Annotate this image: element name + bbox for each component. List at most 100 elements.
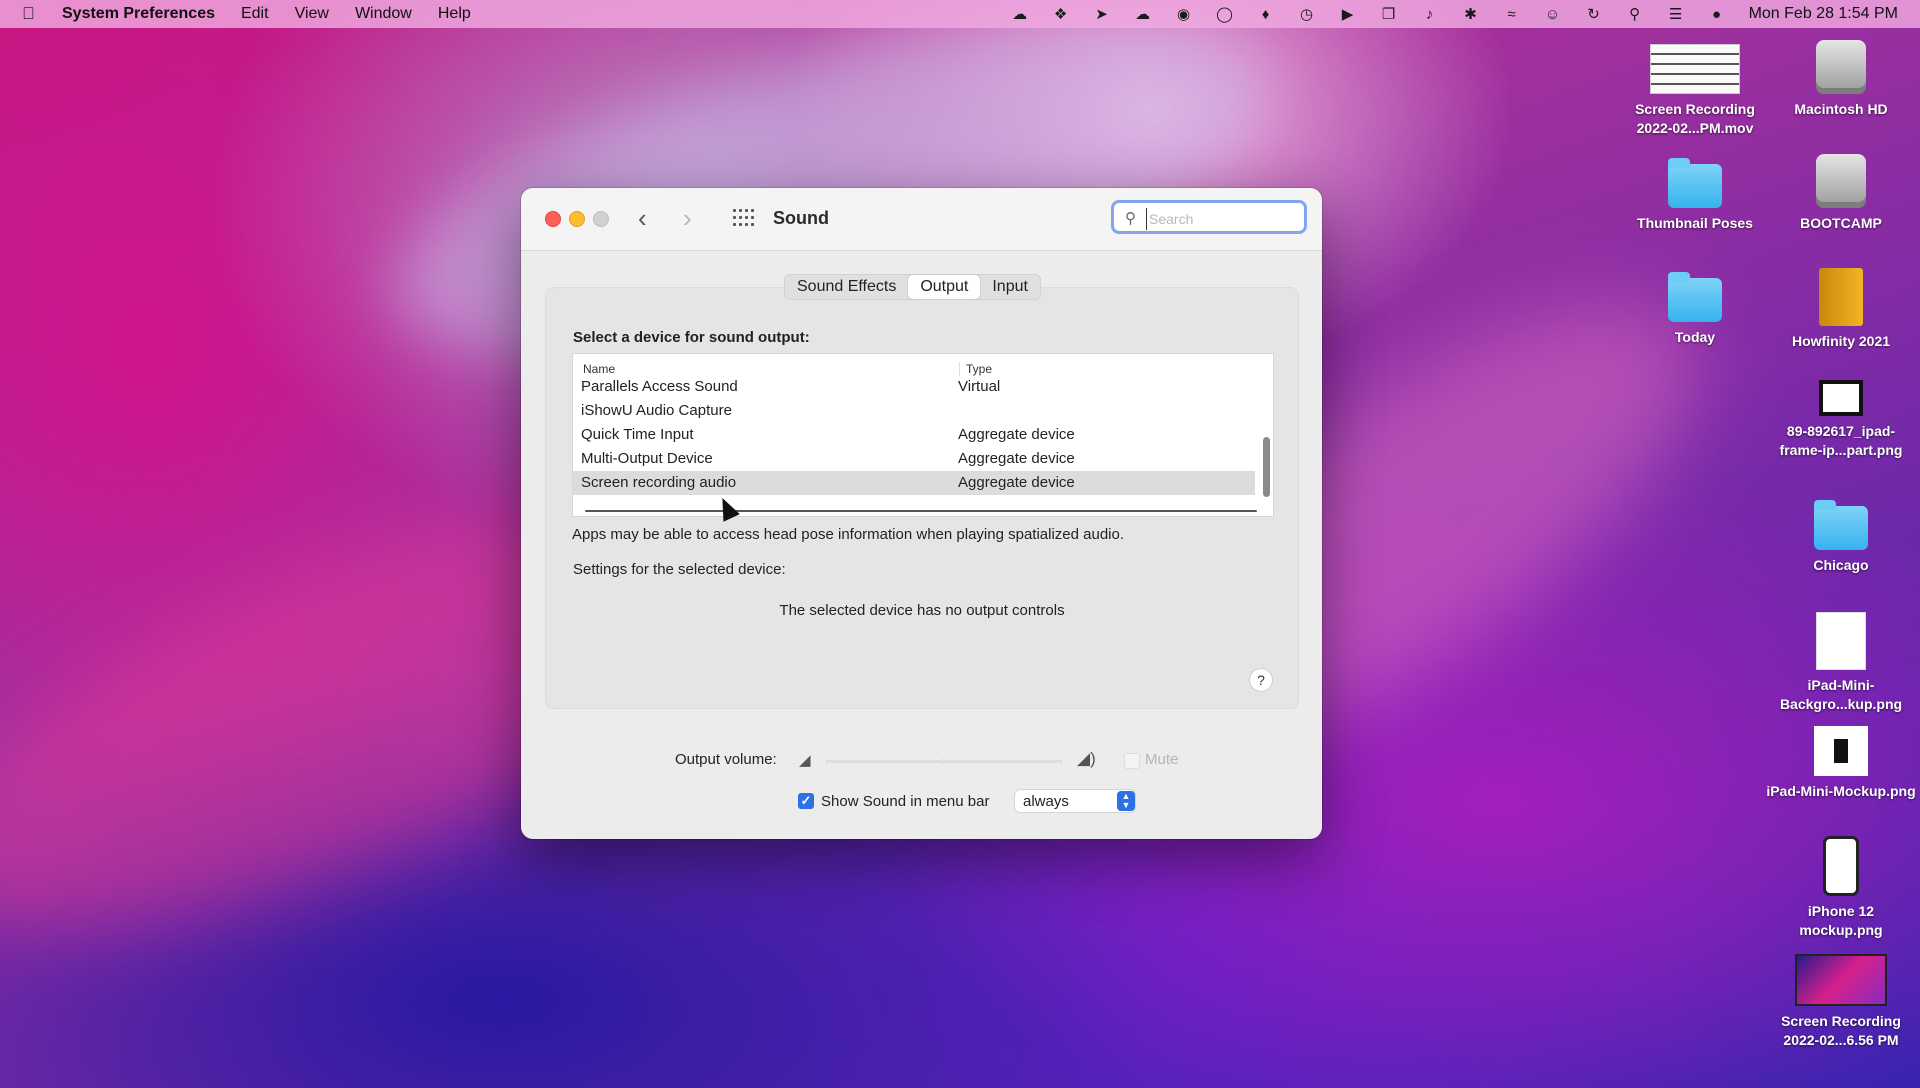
search-field[interactable]: ⚲ bbox=[1111, 200, 1307, 234]
desktop-icon-thumbnail-poses[interactable]: Thumbnail Poses bbox=[1620, 158, 1770, 233]
bluetooth-icon[interactable]: ✱ bbox=[1462, 6, 1480, 23]
window-title: Sound bbox=[773, 208, 829, 228]
table-row[interactable]: Multi-Output Device Aggregate device bbox=[573, 447, 1255, 471]
apple-menu-icon[interactable]:  bbox=[22, 4, 44, 24]
device-name: Quick Time Input bbox=[581, 426, 694, 443]
device-name: Screen recording audio bbox=[581, 474, 737, 491]
folder-icon bbox=[1814, 500, 1868, 550]
sound-preferences-window: ‹ › Sound ⚲ Select a device for sound ou… bbox=[521, 188, 1322, 839]
vertical-scrollbar[interactable] bbox=[1263, 437, 1270, 497]
desktop-icon-bootcamp[interactable]: BOOTCAMP bbox=[1766, 154, 1916, 233]
menu-view[interactable]: View bbox=[295, 5, 329, 23]
column-header-name[interactable]: Name bbox=[583, 362, 615, 376]
show-sound-dropdown[interactable]: always ▲ ▼ bbox=[1015, 790, 1135, 812]
desktop-icon-screen-recording-2[interactable]: Screen Recording 2022-02...6.56 PM bbox=[1766, 954, 1916, 1050]
menu-app-name[interactable]: System Preferences bbox=[62, 5, 215, 23]
device-name: iShowU Audio Capture bbox=[581, 402, 732, 419]
desktop-icon-macintosh-hd[interactable]: Macintosh HD bbox=[1766, 40, 1916, 119]
table-row[interactable]: iShowU Audio Capture bbox=[573, 399, 1255, 423]
image-file-icon bbox=[1814, 726, 1868, 776]
no-controls-message: The selected device has no output contro… bbox=[779, 602, 1065, 619]
play-icon[interactable]: ▶ bbox=[1339, 6, 1357, 23]
table-row-selected[interactable]: Screen recording audio Aggregate device bbox=[573, 471, 1255, 495]
tab-output[interactable]: Output bbox=[908, 275, 981, 299]
mute-label: Mute bbox=[1145, 751, 1179, 768]
desktop-icon-label: iPad-Mini-Backgro...kup.png bbox=[1779, 677, 1903, 712]
siri-icon[interactable]: ● bbox=[1708, 6, 1726, 23]
select-device-label: Select a device for sound output: bbox=[573, 329, 810, 346]
time-machine-icon[interactable]: ↻ bbox=[1585, 6, 1603, 23]
mute-checkbox[interactable] bbox=[1124, 753, 1140, 769]
tab-bar: Sound Effects Output Input bbox=[784, 274, 1041, 300]
chevron-right-icon[interactable]: › bbox=[683, 204, 692, 232]
desktop-icon-howfinity[interactable]: Howfinity 2021 bbox=[1766, 268, 1916, 351]
menu-clock[interactable]: Mon Feb 28 1:54 PM bbox=[1749, 5, 1898, 23]
show-sound-label: Show Sound in menu bar bbox=[821, 793, 990, 810]
device-type: Virtual bbox=[958, 378, 1001, 395]
onepassword-icon[interactable]: ◯ bbox=[1216, 6, 1234, 23]
desktop-icon-ipad-mini-mockup[interactable]: iPad-Mini-Mockup.png bbox=[1766, 726, 1916, 801]
bell-icon[interactable]: ♦ bbox=[1257, 6, 1275, 23]
desktop-icon-label: Today bbox=[1674, 329, 1716, 345]
pointer-icon[interactable]: ➤ bbox=[1093, 6, 1111, 23]
desktop-icon-ipad-frame[interactable]: 89-892617_ipad-frame-ip...part.png bbox=[1766, 380, 1916, 460]
show-sound-checkbox[interactable]: ✓ bbox=[798, 793, 814, 809]
output-volume-label: Output volume: bbox=[675, 751, 777, 768]
desktop-icon-label: iPhone 12 mockup.png bbox=[1799, 903, 1883, 938]
image-file-icon bbox=[1819, 380, 1863, 416]
device-name: Multi-Output Device bbox=[581, 450, 713, 467]
menu-help[interactable]: Help bbox=[438, 5, 471, 23]
device-table: Name Type Parallels Access Sound Virtual… bbox=[572, 353, 1274, 517]
close-window-button[interactable] bbox=[545, 211, 561, 227]
user-icon[interactable]: ☺ bbox=[1544, 6, 1562, 23]
book-icon bbox=[1819, 268, 1863, 326]
table-row[interactable]: Quick Time Input Aggregate device bbox=[573, 423, 1255, 447]
horizontal-scrollbar[interactable] bbox=[585, 510, 1257, 512]
status-area: ☁ ❖ ➤ ☁ ◉ ◯ ♦ ◷ ▶ ❐ ♪ ✱ ≈ ☺ ↻ ⚲ ☰ ● Mon … bbox=[1011, 0, 1920, 28]
desktop-icon-today[interactable]: Today bbox=[1620, 272, 1770, 347]
desktop-icon-chicago[interactable]: Chicago bbox=[1766, 500, 1916, 575]
desktop-icon-label: Macintosh HD bbox=[1794, 101, 1888, 117]
volume-low-icon: ◢ bbox=[799, 752, 811, 769]
dropbox-icon[interactable]: ❖ bbox=[1052, 6, 1070, 23]
minimize-window-button[interactable] bbox=[569, 211, 585, 227]
tab-sound-effects[interactable]: Sound Effects bbox=[785, 275, 908, 299]
upload-icon[interactable]: ☁ bbox=[1134, 6, 1152, 23]
zoom-window-button[interactable] bbox=[593, 211, 609, 227]
hard-drive-icon bbox=[1816, 40, 1866, 94]
movie-file-icon bbox=[1650, 44, 1740, 94]
desktop-icon-label: Howfinity 2021 bbox=[1791, 333, 1891, 349]
tab-input[interactable]: Input bbox=[980, 275, 1040, 299]
volume-slider[interactable] bbox=[826, 758, 1062, 765]
column-header-type[interactable]: Type bbox=[959, 362, 992, 376]
show-all-grid-icon[interactable] bbox=[733, 209, 755, 227]
movie-file-icon bbox=[1795, 954, 1887, 1006]
desktop-icon-iphone-mockup[interactable]: iPhone 12 mockup.png bbox=[1766, 836, 1916, 940]
wifi-icon[interactable]: ≈ bbox=[1503, 6, 1521, 23]
windows-icon[interactable]: ❐ bbox=[1380, 6, 1398, 23]
desktop-icon-label: iPad-Mini-Mockup.png bbox=[1766, 783, 1916, 799]
folder-icon bbox=[1668, 272, 1722, 322]
cloud-icon[interactable]: ☁ bbox=[1011, 6, 1029, 23]
clock-icon[interactable]: ◷ bbox=[1298, 6, 1316, 23]
menu-bar:  System Preferences Edit View Window He… bbox=[0, 0, 1920, 28]
folder-icon bbox=[1668, 158, 1722, 208]
search-icon[interactable]: ⚲ bbox=[1626, 6, 1644, 23]
settings-label: Settings for the selected device: bbox=[573, 561, 786, 578]
image-file-icon bbox=[1816, 612, 1866, 670]
menu-edit[interactable]: Edit bbox=[241, 5, 269, 23]
desktop-icon-screen-recording[interactable]: Screen Recording 2022-02...PM.mov bbox=[1620, 44, 1770, 138]
notification-app-icon[interactable]: ◉ bbox=[1175, 6, 1193, 23]
volume-icon[interactable]: ♪ bbox=[1421, 6, 1439, 23]
desktop-icon-ipad-mini-background[interactable]: iPad-Mini-Backgro...kup.png bbox=[1766, 612, 1916, 714]
menu-window[interactable]: Window bbox=[355, 5, 412, 23]
table-row[interactable]: Parallels Access Sound Virtual bbox=[573, 375, 1255, 399]
device-name: Parallels Access Sound bbox=[581, 378, 738, 395]
chevron-left-icon[interactable]: ‹ bbox=[638, 204, 647, 232]
desktop-icon-label: Screen Recording 2022-02...6.56 PM bbox=[1781, 1013, 1901, 1048]
search-input[interactable] bbox=[1146, 208, 1301, 230]
control-center-icon[interactable]: ☰ bbox=[1667, 6, 1685, 23]
desktop-icon-label: Screen Recording 2022-02...PM.mov bbox=[1635, 101, 1755, 136]
help-button[interactable]: ? bbox=[1249, 668, 1273, 692]
stepper-arrows-icon: ▲ ▼ bbox=[1117, 791, 1135, 811]
